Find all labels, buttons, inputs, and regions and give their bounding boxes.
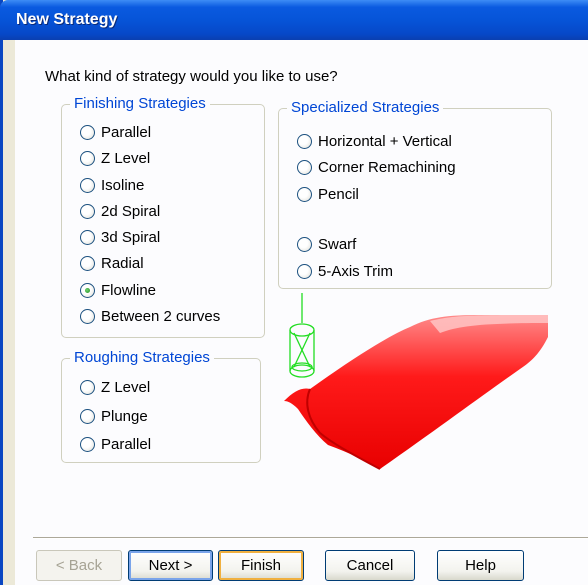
radio-icon (297, 186, 312, 202)
radio-icon (297, 159, 312, 175)
radio-checked-icon (80, 282, 95, 298)
option-label: 2d Spiral (101, 202, 161, 220)
option-label: 5-Axis Trim (318, 262, 393, 280)
option-label: Swarf (318, 235, 357, 253)
surface-shape (284, 315, 548, 469)
specialized-option-horizontal-vertical[interactable]: Horizontal + Vertical (297, 131, 452, 151)
dialog-body: What kind of strategy would you like to … (15, 40, 588, 585)
finish-button[interactable]: Finish (218, 550, 304, 581)
option-label: Parallel (101, 435, 152, 453)
option-label: Isoline (101, 176, 145, 194)
finishing-option-z-level[interactable]: Z Level (80, 148, 150, 168)
back-button[interactable]: < Back (36, 550, 122, 581)
specialized-strategies-title: Specialized Strategies (287, 98, 444, 118)
option-label: Plunge (101, 407, 148, 425)
tool-wireframe (289, 293, 315, 378)
strategy-preview-image (284, 293, 548, 470)
option-label: Radial (101, 254, 144, 272)
radio-icon (80, 203, 95, 219)
next-button[interactable]: Next > (128, 550, 213, 581)
cancel-button[interactable]: Cancel (325, 550, 415, 581)
radio-icon (80, 408, 95, 424)
radio-icon (80, 177, 95, 193)
option-label: Parallel (101, 123, 152, 141)
finishing-strategies-title: Finishing Strategies (70, 94, 210, 114)
option-label: Between 2 curves (101, 307, 221, 325)
finishing-option-between-2-curves[interactable]: Between 2 curves (80, 306, 220, 326)
option-label: Pencil (318, 185, 359, 203)
button-divider (33, 537, 588, 539)
specialized-strategies-group: Specialized Strategies Horizontal + Vert… (278, 98, 552, 289)
option-label: Horizontal + Vertical (318, 132, 452, 150)
option-label: 3d Spiral (101, 228, 161, 246)
option-label: Z Level (101, 378, 151, 396)
finishing-strategies-group: Finishing Strategies Parallel Z Level Is… (61, 94, 265, 338)
radio-icon (80, 436, 95, 452)
dialog-title: New Strategy (16, 11, 118, 28)
radio-icon (80, 229, 95, 245)
strategy-prompt: What kind of strategy would you like to … (45, 68, 338, 85)
option-label: Flowline (101, 281, 157, 299)
finishing-option-3d-spiral[interactable]: 3d Spiral (80, 227, 160, 247)
title-bar[interactable]: New Strategy (0, 0, 588, 40)
radio-icon (80, 308, 95, 324)
roughing-option-plunge[interactable]: Plunge (80, 406, 148, 426)
help-button[interactable]: Help (437, 550, 524, 581)
specialized-option-pencil[interactable]: Pencil (297, 184, 359, 204)
specialized-option-5-axis-trim[interactable]: 5-Axis Trim (297, 261, 393, 281)
radio-icon (80, 150, 95, 166)
option-label: Corner Remachining (318, 158, 456, 176)
radio-icon (297, 263, 312, 279)
radio-dot-icon (85, 287, 90, 293)
radio-icon (297, 133, 312, 149)
option-label: Z Level (101, 149, 151, 167)
roughing-strategies-title: Roughing Strategies (70, 348, 214, 368)
specialized-option-swarf[interactable]: Swarf (297, 234, 356, 254)
radio-icon (80, 124, 95, 140)
new-strategy-dialog: New Strategy What kind of strategy would… (0, 0, 588, 585)
roughing-strategies-group: Roughing Strategies Z Level Plunge Paral… (61, 348, 261, 463)
finishing-option-radial[interactable]: Radial (80, 253, 144, 273)
roughing-option-parallel[interactable]: Parallel (80, 434, 151, 454)
roughing-option-z-level[interactable]: Z Level (80, 377, 150, 397)
finishing-option-parallel[interactable]: Parallel (80, 122, 151, 142)
specialized-option-corner-remachining[interactable]: Corner Remachining (297, 157, 456, 177)
radio-icon (80, 255, 95, 271)
radio-icon (80, 379, 95, 395)
finishing-option-2d-spiral[interactable]: 2d Spiral (80, 201, 160, 221)
finishing-option-isoline[interactable]: Isoline (80, 175, 144, 195)
radio-icon (297, 236, 312, 252)
finishing-option-flowline[interactable]: Flowline (80, 280, 156, 300)
